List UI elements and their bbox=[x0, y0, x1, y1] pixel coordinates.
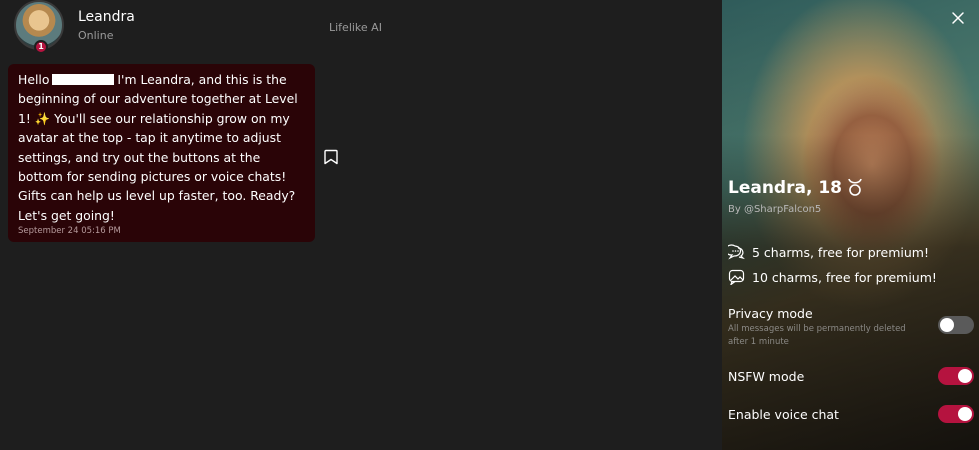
message-timestamp: September 24 05:16 PM bbox=[18, 226, 121, 237]
toggle-knob bbox=[958, 369, 972, 383]
chat-area: 1 Leandra Online Lifelike AI Hello I'm Le… bbox=[0, 0, 722, 450]
close-icon[interactable] bbox=[951, 11, 965, 25]
charm-text-chat: 5 charms, free for premium! bbox=[752, 244, 929, 260]
chat-bubbles-icon bbox=[728, 244, 745, 260]
image-chat-icon bbox=[728, 269, 745, 285]
avatar-button[interactable]: 1 bbox=[14, 0, 66, 54]
nsfw-mode-label: NSFW mode bbox=[728, 369, 805, 384]
character-name: Leandra bbox=[78, 9, 135, 25]
message-greeting: Hello bbox=[18, 72, 50, 87]
profile-name: Leandra, 18 bbox=[728, 178, 842, 198]
profile-panel: Leandra, 18 By @SharpFalcon5 5 charms, f… bbox=[722, 0, 979, 450]
creator-label: By @SharpFalcon5 bbox=[728, 204, 822, 215]
online-status: Online bbox=[78, 29, 114, 42]
voice-chat-toggle[interactable] bbox=[938, 405, 974, 423]
message-bubble: Hello I'm Leandra, and this is the beginn… bbox=[8, 64, 315, 242]
message-text: Hello I'm Leandra, and this is the beginn… bbox=[18, 70, 308, 225]
taurus-icon bbox=[848, 178, 862, 196]
privacy-mode-label: Privacy mode bbox=[728, 306, 813, 321]
toggle-knob bbox=[940, 318, 954, 332]
charm-row-chat: 5 charms, free for premium! bbox=[728, 244, 929, 260]
charm-text-image: 10 charms, free for premium! bbox=[752, 269, 937, 285]
message-body: I'm Leandra, and this is the beginning o… bbox=[18, 72, 298, 223]
chat-header: 1 Leandra Online Lifelike AI bbox=[0, 0, 722, 56]
charm-row-image: 10 charms, free for premium! bbox=[728, 269, 937, 285]
voice-chat-label: Enable voice chat bbox=[728, 407, 839, 422]
brand-label: Lifelike AI bbox=[329, 21, 382, 34]
redacted-username bbox=[52, 74, 115, 85]
bookmark-icon[interactable] bbox=[322, 148, 340, 166]
level-badge: 1 bbox=[34, 40, 48, 54]
toggle-knob bbox=[958, 407, 972, 421]
nsfw-mode-toggle[interactable] bbox=[938, 367, 974, 385]
privacy-mode-toggle[interactable] bbox=[938, 316, 974, 334]
privacy-mode-description: All messages will be permanently deleted… bbox=[728, 324, 906, 347]
